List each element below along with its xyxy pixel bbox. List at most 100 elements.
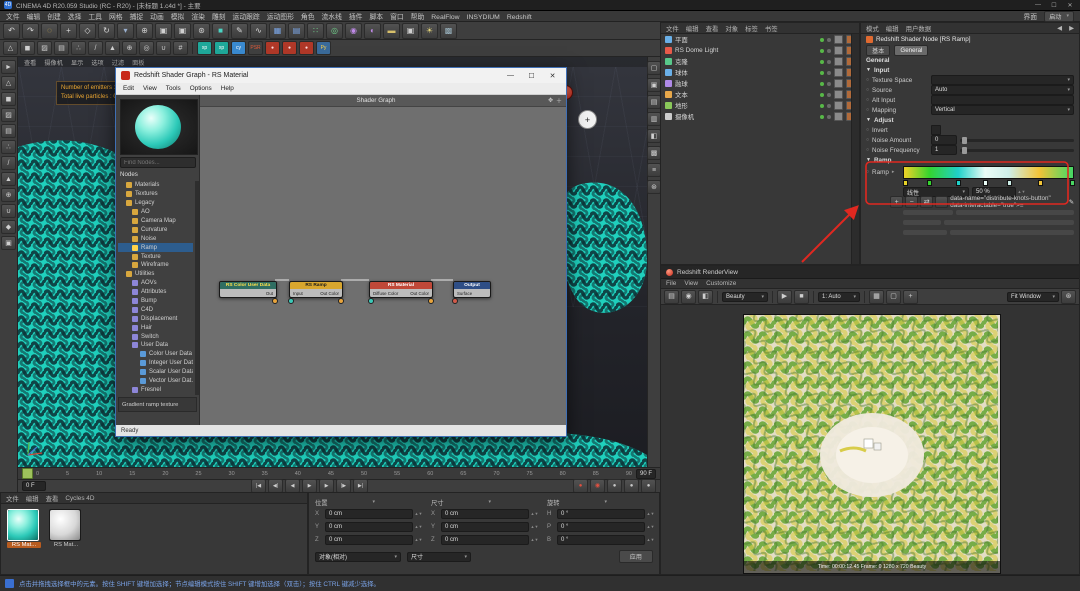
output-port[interactable]: [338, 298, 344, 304]
renderview-settings-icon[interactable]: ⊛: [1061, 290, 1076, 304]
minimize-button[interactable]: —: [502, 69, 519, 82]
zoom-select[interactable]: Fit Window: [1007, 292, 1059, 302]
spinner[interactable]: ▲▼: [416, 525, 421, 529]
material-name[interactable]: RS Mat...: [7, 542, 41, 548]
cloner-icon[interactable]: ∷: [307, 23, 324, 39]
group-adjust[interactable]: Adjust: [874, 117, 894, 124]
object-row[interactable]: 文本: [661, 89, 859, 100]
node-tree-item[interactable]: Materials: [118, 181, 193, 190]
snapshot-select[interactable]: 1: Auto: [818, 292, 860, 302]
noise-frequency-field[interactable]: 1: [931, 145, 957, 155]
effector-icon[interactable]: ◎: [326, 23, 343, 39]
convert-editable-icon[interactable]: △: [1, 76, 16, 90]
minimize-button[interactable]: —: [1032, 1, 1044, 10]
object-manager-scrollbar[interactable]: [851, 34, 859, 264]
ramp-gradient[interactable]: [903, 166, 1074, 179]
menu-item[interactable]: Redshift: [507, 14, 532, 21]
record-scale-button[interactable]: ●: [624, 479, 639, 493]
menu-item[interactable]: 雕刻: [212, 14, 226, 21]
points-mode-icon[interactable]: ∴: [1, 140, 16, 154]
stop-render-icon[interactable]: ■: [794, 290, 809, 304]
texture-mode-icon[interactable]: ▨: [1, 108, 16, 122]
next-key-button[interactable]: |▶: [336, 479, 351, 493]
material-thumbnail-selected[interactable]: [7, 509, 39, 541]
node-tree-item[interactable]: Curvature: [118, 225, 193, 234]
lock-workplane-icon[interactable]: ◆: [1, 220, 16, 234]
tab-general[interactable]: General: [894, 45, 928, 56]
aov-select[interactable]: Beauty: [722, 292, 768, 302]
node-tree-item[interactable]: AOVs: [118, 279, 193, 288]
group-arrow-icon[interactable]: ▼: [866, 117, 871, 123]
model-mode-icon[interactable]: ◼: [1, 92, 16, 106]
node-tree-item[interactable]: Bump: [118, 297, 193, 306]
input-port[interactable]: [288, 298, 294, 304]
ramp-stop-handle[interactable]: [1038, 180, 1043, 186]
node-tree-item[interactable]: C4D: [118, 305, 193, 314]
menu-item[interactable]: 文件: [6, 14, 20, 21]
input-port[interactable]: [368, 298, 374, 304]
menu-item[interactable]: 捕捉: [130, 14, 144, 21]
noise-amount-field[interactable]: 0: [931, 135, 957, 145]
object-row[interactable]: 地形: [661, 100, 859, 111]
noise-amount-slider[interactable]: [960, 139, 1074, 142]
output-port[interactable]: [428, 298, 434, 304]
history-forward-icon[interactable]: ▶: [1069, 24, 1074, 32]
object-label[interactable]: 球体: [675, 68, 688, 77]
view-top-icon[interactable]: ▤: [647, 95, 661, 109]
texture-space-select[interactable]: [931, 75, 1074, 85]
menu-item[interactable]: 角色: [301, 14, 315, 21]
close-button[interactable]: ✕: [1064, 1, 1076, 10]
workplane-icon[interactable]: ▤: [54, 41, 69, 55]
object-row[interactable]: 球体: [661, 67, 859, 78]
object-label[interactable]: 平面: [675, 35, 688, 44]
prev-key-button[interactable]: ◀|: [268, 479, 283, 493]
visibility-dot[interactable]: [820, 60, 824, 64]
viewport-menu-item[interactable]: 摄像机: [44, 58, 63, 67]
menu-item[interactable]: 脚本: [369, 14, 383, 21]
node-tree-item[interactable]: Utilities: [118, 270, 193, 279]
region-render-icon[interactable]: ▢: [886, 290, 901, 304]
texture-tag-icon[interactable]: [834, 101, 843, 110]
alt-input-field[interactable]: [931, 95, 1074, 105]
maximize-button[interactable]: ☐: [523, 69, 540, 82]
object-label[interactable]: RS Dome Light: [675, 47, 718, 54]
view-all-icon[interactable]: ▩: [647, 146, 661, 160]
find-nodes-input[interactable]: [120, 157, 196, 168]
group-arrow-icon[interactable]: ▼: [866, 157, 871, 163]
object-row[interactable]: 摄像机: [661, 111, 859, 122]
render-image[interactable]: Time: 00:00:12.45 Frame: 0 1280 x 720 Be…: [743, 314, 1001, 574]
shader-graph-menu-item[interactable]: Help: [221, 85, 234, 92]
extrude-icon[interactable]: ▤: [288, 23, 305, 39]
coord-space-select[interactable]: 对象(相对): [315, 552, 401, 562]
spinner[interactable]: ▲▼: [532, 512, 537, 516]
size-mode-select[interactable]: 尺寸: [407, 552, 471, 562]
enable-axis-icon[interactable]: ⊕: [122, 41, 137, 55]
render-dot[interactable]: [827, 104, 831, 108]
workplane-mode-icon[interactable]: ▤: [1, 124, 16, 138]
group-input[interactable]: Input: [874, 67, 889, 74]
coordinates-mode-select[interactable]: 尺寸: [431, 497, 491, 507]
source-select[interactable]: Auto: [931, 85, 1074, 95]
record-position-button[interactable]: ●: [607, 479, 622, 493]
view-side-icon[interactable]: ▥: [647, 112, 661, 126]
record-rotation-button[interactable]: ●: [641, 479, 656, 493]
node-tree-item[interactable]: Texture: [118, 252, 193, 261]
materials-menu-item[interactable]: 查看: [46, 494, 59, 503]
object-label[interactable]: 摄像机: [675, 112, 694, 121]
node-tree-item[interactable]: MultiShader: [118, 394, 193, 395]
materials-menu-item[interactable]: 文件: [6, 494, 19, 503]
node-output[interactable]: Output Surface: [453, 281, 491, 298]
rotate-icon[interactable]: ↻: [98, 23, 115, 39]
view-list-icon[interactable]: ≡: [647, 163, 661, 177]
shader-graph-canvas[interactable]: Shader Graph ✥ ＋ RS Color User Data Out …: [200, 95, 566, 425]
python-icon[interactable]: Py: [316, 41, 331, 55]
node-tree-item[interactable]: Noise: [118, 234, 193, 243]
field-icon[interactable]: ◐: [364, 23, 381, 39]
viewport-solo-icon[interactable]: ◎: [139, 41, 154, 55]
magicmerge-icon[interactable]: ●: [282, 41, 297, 55]
tab-basic[interactable]: 基本: [866, 45, 890, 56]
ramp-stop-handle[interactable]: [1007, 180, 1012, 186]
ramp-stop-handle[interactable]: [983, 180, 988, 186]
node-tree-item[interactable]: Fresnel: [118, 385, 193, 394]
spinner[interactable]: ▲▼: [532, 525, 537, 529]
